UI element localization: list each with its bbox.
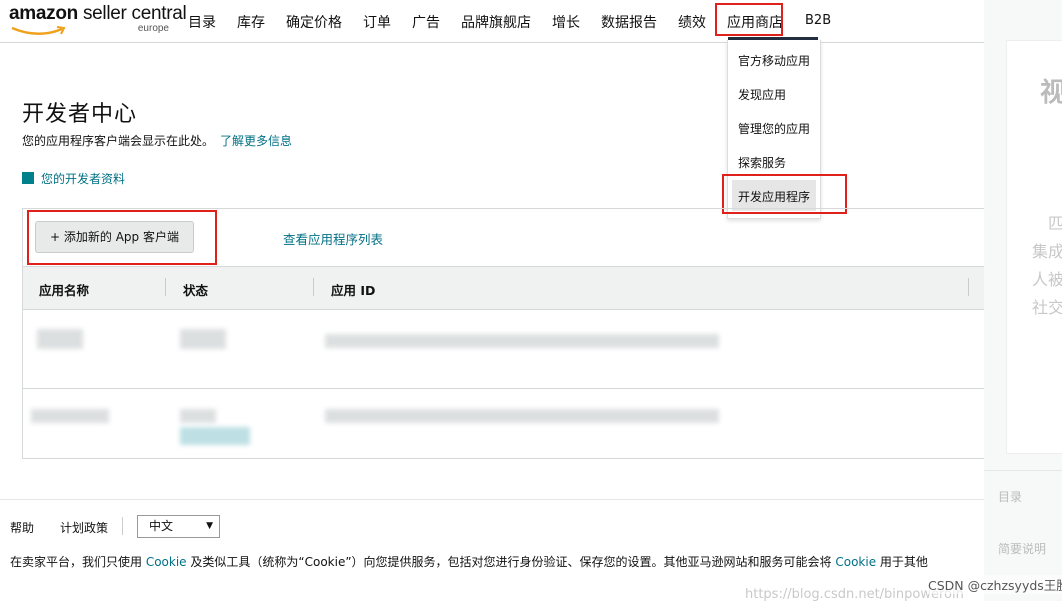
right-side-text: 匹 (1048, 214, 1062, 233)
nav-reports[interactable]: 数据报告 (601, 12, 657, 32)
cookie-text-3: 用于其他 (876, 555, 928, 569)
logo-region: europe (137, 23, 169, 34)
right-side-menu-item[interactable]: 目录 (998, 488, 1022, 505)
page-subtitle-text: 您的应用程序客户端会显示在此处。 (22, 134, 215, 148)
nav-catalog[interactable]: 目录 (188, 12, 216, 32)
column-header-status[interactable]: 状态 (183, 280, 208, 299)
right-side-text: 人被 (1032, 270, 1062, 289)
add-client-highlight-box (27, 210, 217, 265)
row-divider (23, 388, 986, 389)
column-divider (165, 278, 166, 296)
chevron-down-icon: ▼ (206, 521, 213, 531)
view-app-list-link[interactable]: 查看应用程序列表 (283, 229, 383, 248)
developer-profile-label: 您的开发者资料 (41, 172, 126, 186)
redacted-app-name (37, 329, 83, 349)
top-navigation-bar: amazon seller central europe 目录 库存 确定价格 … (0, 0, 984, 43)
cookie-notice: 在卖家平台，我们只使用 Cookie 及类似工具（统称为“Cookie”）向您提… (10, 553, 984, 570)
redacted-status (180, 329, 226, 349)
dropdown-item-discover-apps[interactable]: 发现应用 (738, 86, 786, 103)
cookie-text-1: 在卖家平台，我们只使用 (10, 555, 146, 569)
right-side-text: 集成 (1032, 242, 1062, 261)
redacted-app-name (31, 409, 109, 423)
nav-growth[interactable]: 增长 (552, 12, 580, 32)
right-side-divider (984, 470, 1062, 471)
dropdown-item-manage-apps[interactable]: 管理您的应用 (738, 120, 810, 137)
nav-app-store-highlight-box (715, 3, 783, 36)
column-header-app-id[interactable]: 应用 ID (331, 280, 375, 299)
redacted-status-badge (180, 427, 250, 445)
column-divider (968, 278, 969, 296)
csdn-watermark: CSDN @czhzsyyds王胜 (928, 575, 1062, 594)
nav-inventory[interactable]: 库存 (237, 12, 265, 32)
nav-pricing[interactable]: 确定价格 (286, 12, 342, 32)
amazon-smile-icon (11, 26, 66, 35)
page-subtitle: 您的应用程序客户端会显示在此处。 了解更多信息 (22, 132, 292, 149)
learn-more-link[interactable]: 了解更多信息 (220, 134, 292, 148)
language-select-value: 中文 (149, 519, 174, 533)
square-icon (22, 172, 34, 184)
cookie-link[interactable]: Cookie (146, 555, 187, 569)
developer-profile-link[interactable]: 您的开发者资料 (22, 170, 125, 187)
right-side-heading: 视 (1040, 78, 1062, 108)
cookie-text-2: 及类似工具（统称为“Cookie”）向您提供服务，包括对您进行身份验证、保存您的… (186, 555, 836, 569)
footer-help-link[interactable]: 帮助 (10, 519, 34, 536)
nav-b2b[interactable]: B2B (805, 13, 831, 28)
footer-policies-link[interactable]: 计划政策 (60, 519, 108, 536)
nav-brand-store[interactable]: 品牌旗舰店 (461, 12, 531, 32)
column-divider (313, 278, 314, 296)
redacted-app-id (325, 334, 719, 348)
amazon-seller-central-logo[interactable]: amazon seller central europe (9, 3, 187, 39)
redacted-app-id (325, 409, 719, 423)
nav-advertising[interactable]: 广告 (412, 12, 440, 32)
logo-text: amazon seller central (9, 3, 187, 25)
logo-brand: amazon (9, 3, 78, 24)
footer-divider (0, 499, 984, 500)
logo-product: seller central (82, 3, 187, 24)
footer-separator (122, 517, 123, 535)
table-header: 应用名称 状态 应用 ID (23, 266, 986, 310)
cookie-link[interactable]: Cookie (835, 555, 876, 569)
nav-orders[interactable]: 订单 (363, 12, 391, 32)
column-header-app-name[interactable]: 应用名称 (39, 280, 89, 299)
nav-performance[interactable]: 绩效 (678, 12, 706, 32)
right-side-panel: 视 匹 集成 人被 社交 目录 简要说明 (984, 0, 1062, 601)
right-side-menu-item[interactable]: 简要说明 (998, 540, 1046, 557)
right-side-text: 社交 (1032, 298, 1062, 317)
dropdown-item-official-mobile-apps[interactable]: 官方移动应用 (738, 52, 810, 69)
dropdown-item-explore-services[interactable]: 探索服务 (738, 154, 786, 171)
page-title: 开发者中心 (22, 102, 138, 127)
redacted-status (180, 409, 216, 423)
language-select[interactable]: 中文 ▼ (137, 515, 220, 538)
